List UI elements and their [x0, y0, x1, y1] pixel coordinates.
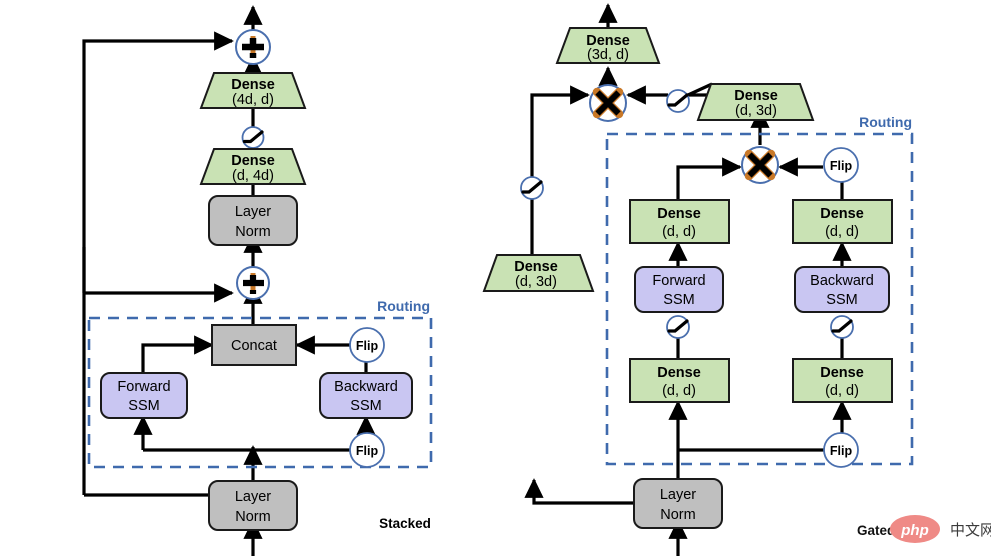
flip-top-label-left: Flip	[356, 339, 379, 353]
layer-norm-node-right[interactable]: Layer Norm	[633, 478, 723, 529]
caption-stacked: Stacked	[379, 516, 431, 531]
dense-dd-forward-upper-title: Dense	[657, 206, 701, 222]
dense-d-4d-node[interactable]: Dense (d, 4d)	[199, 148, 307, 185]
dense-3d-d-subtitle: (3d, d)	[587, 47, 629, 63]
diagram-canvas: Routing Dense (4d, d) Dense (d, 4d) Laye…	[0, 0, 991, 556]
add-op-mid	[236, 266, 270, 300]
activation-icon-forward	[666, 315, 690, 339]
add-op-top	[235, 29, 271, 65]
layer-norm-bottom-node[interactable]: Layer Norm	[208, 480, 298, 531]
caption-gated: Gated	[857, 523, 895, 538]
dense-d-4d-title: Dense	[231, 153, 275, 169]
forward-ssm-line1-right: Forward	[652, 273, 705, 289]
dense-4d-d-subtitle: (4d, d)	[232, 92, 274, 108]
flip-bottom-label-left: Flip	[356, 444, 379, 458]
flip-bottom-node-left[interactable]: Flip	[349, 432, 385, 468]
dense-d-3d-right-title: Dense	[734, 88, 778, 104]
flip-lower-label-right: Flip	[830, 444, 853, 458]
dense-d-4d-subtitle: (d, 4d)	[232, 168, 274, 184]
dense-dd-backward-lower-title: Dense	[820, 365, 864, 381]
dense-dd-backward-upper-title: Dense	[820, 206, 864, 222]
dense-dd-forward-upper-subtitle: (d, d)	[662, 224, 696, 240]
layer-norm-bottom-line1: Layer	[235, 489, 271, 505]
routing-label-left: Routing	[377, 298, 430, 314]
layer-norm-line1-right: Layer	[660, 487, 696, 503]
dense-d-3d-left-subtitle: (d, 3d)	[515, 274, 557, 290]
forward-ssm-node-left[interactable]: Forward SSM	[100, 372, 188, 419]
architecture-diagram: Routing Dense (4d, d) Dense (d, 4d) Laye…	[82, 3, 991, 556]
dense-dd-forward-lower-title: Dense	[657, 365, 701, 381]
dense-4d-d-node[interactable]: Dense (4d, d)	[199, 72, 307, 109]
forward-ssm-line1-left: Forward	[117, 379, 170, 395]
dense-dd-backward-upper-subtitle: (d, d)	[825, 224, 859, 240]
dense-4d-d-title: Dense	[231, 77, 275, 93]
activation-icon-left-gate	[520, 176, 544, 200]
flip-lower-node-right[interactable]: Flip	[823, 432, 859, 468]
flip-top-node-left[interactable]: Flip	[349, 327, 385, 363]
activation-icon-ffn	[241, 126, 265, 149]
layer-norm-line2-right: Norm	[660, 507, 695, 523]
flip-upper-label-right: Flip	[830, 159, 853, 173]
dense-dd-backward-lower-subtitle: (d, d)	[825, 383, 859, 399]
flip-upper-node-right[interactable]: Flip	[823, 147, 859, 183]
dense-d-3d-right-node[interactable]: Dense (d, 3d)	[696, 83, 815, 121]
dense-dd-forward-upper-node[interactable]: Dense (d, d)	[629, 199, 730, 244]
dense-dd-forward-lower-subtitle: (d, d)	[662, 383, 696, 399]
dense-d-3d-left-title: Dense	[514, 259, 558, 275]
layer-norm-top-line1: Layer	[235, 204, 271, 220]
forward-ssm-line2-left: SSM	[128, 398, 159, 414]
backward-ssm-line1-left: Backward	[334, 379, 398, 395]
layer-norm-top-node[interactable]: Layer Norm	[208, 195, 298, 246]
forward-ssm-line2-right: SSM	[663, 292, 694, 308]
backward-ssm-line2-right: SSM	[826, 292, 857, 308]
layer-norm-bottom-line2: Norm	[235, 509, 270, 525]
backward-ssm-node-right[interactable]: Backward SSM	[794, 266, 890, 313]
watermark-php-text: php	[900, 522, 929, 539]
backward-ssm-line1-right: Backward	[810, 273, 874, 289]
dense-dd-forward-lower-node[interactable]: Dense (d, d)	[629, 358, 730, 403]
multiply-op-routing	[741, 146, 779, 184]
multiply-op-top	[589, 84, 627, 122]
dense-dd-backward-upper-node[interactable]: Dense (d, d)	[792, 199, 893, 244]
backward-ssm-line2-left: SSM	[350, 398, 381, 414]
dense-3d-d-node[interactable]: Dense (3d, d)	[555, 27, 661, 64]
concat-node[interactable]: Concat	[211, 324, 297, 366]
activation-icon-gate	[666, 89, 690, 113]
watermark-php-badge: php	[890, 515, 940, 543]
dense-dd-backward-lower-node[interactable]: Dense (d, d)	[792, 358, 893, 403]
dense-d-3d-right-subtitle: (d, 3d)	[735, 103, 777, 119]
dense-d-3d-left-node[interactable]: Dense (d, 3d)	[482, 254, 595, 292]
layer-norm-top-line2: Norm	[235, 224, 270, 240]
routing-label-right: Routing	[859, 114, 912, 130]
forward-ssm-node-right[interactable]: Forward SSM	[634, 266, 724, 313]
watermark-cn-text: 中文网	[950, 522, 991, 539]
backward-ssm-node-left[interactable]: Backward SSM	[319, 372, 413, 419]
activation-icon-backward	[830, 315, 854, 339]
concat-label: Concat	[231, 338, 277, 354]
